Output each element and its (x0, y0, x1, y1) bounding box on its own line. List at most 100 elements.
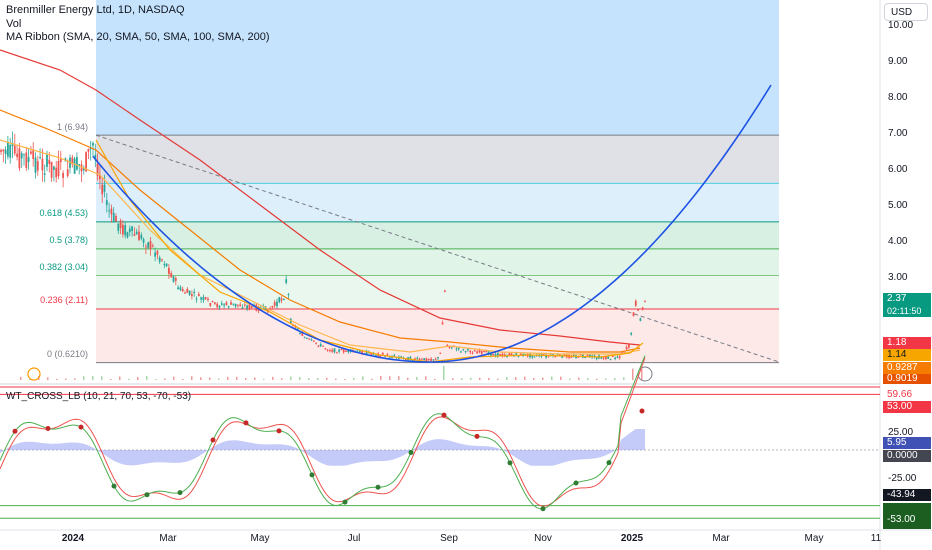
candle (202, 297, 205, 301)
candle (628, 344, 630, 348)
candle (214, 302, 216, 304)
candle (322, 345, 324, 347)
time-tick: Nov (534, 533, 552, 544)
candle (0, 150, 2, 152)
currency-button[interactable]: USD (884, 3, 928, 21)
volume-bar (533, 377, 535, 380)
candle (595, 357, 598, 359)
volume-bar (299, 377, 301, 380)
candle (340, 349, 343, 351)
candle (32, 150, 35, 159)
candle (515, 353, 518, 355)
fib-label-0382: 0.382 (3.04) (39, 262, 88, 272)
time-tick: Mar (159, 533, 177, 544)
candle (432, 359, 435, 361)
volume-bar (434, 378, 436, 380)
candle (161, 259, 163, 261)
chart-canvas[interactable] (0, 0, 932, 550)
candle (467, 348, 469, 351)
candle (174, 277, 177, 281)
volume-bar (155, 378, 157, 380)
cross-dot (540, 506, 546, 512)
candle (59, 158, 62, 162)
candle (280, 298, 283, 301)
volume-bar (164, 378, 166, 380)
candle (25, 152, 28, 169)
volume-bar (326, 377, 328, 380)
candle (611, 355, 614, 357)
indicator-title[interactable]: WT_CROSS_LB (10, 21, 70, 53, -70, -53) (6, 391, 191, 402)
candle (554, 356, 557, 358)
volume-bar (308, 377, 310, 380)
candle (195, 298, 198, 300)
fib-label-1: 1 (6.94) (56, 122, 88, 132)
wt-histogram (0, 429, 645, 466)
candle (315, 342, 317, 344)
volume-bar (83, 376, 85, 380)
cross-dot (408, 449, 414, 455)
candle (2, 149, 5, 152)
candle (92, 142, 94, 146)
candle (423, 358, 426, 361)
volume-bar (389, 376, 391, 380)
candle (145, 246, 147, 248)
candle (632, 312, 635, 316)
candle (455, 348, 458, 350)
candle (50, 161, 53, 178)
candle (163, 264, 166, 266)
candle (427, 359, 430, 361)
candle (168, 267, 170, 274)
candle (421, 358, 423, 360)
candle (117, 223, 120, 231)
cross-dot (507, 460, 513, 466)
countdown-value: 02:11:50 (887, 306, 922, 316)
candle (209, 302, 212, 306)
candle (30, 151, 32, 154)
candle (388, 356, 391, 358)
candle (517, 356, 520, 358)
price-tick: 8.00 (888, 92, 908, 103)
ma-ribbon-label[interactable]: MA Ribbon (SMA, 20, SMA, 50, SMA, 100, S… (6, 31, 270, 43)
candle (200, 297, 202, 300)
candle (39, 157, 41, 159)
candle (338, 349, 340, 352)
cross-dot (12, 428, 18, 434)
candle (234, 303, 237, 307)
candle (637, 309, 639, 311)
candle (43, 173, 46, 175)
candle (177, 287, 179, 290)
candle (41, 158, 44, 171)
candle (23, 154, 25, 156)
ob2-badge: 53.00 (883, 401, 931, 413)
cross-dot (375, 484, 381, 490)
symbol-title[interactable]: Brenmiller Energy Ltd, 1D, NASDAQ (6, 4, 185, 16)
candle (462, 349, 465, 351)
candle (220, 303, 223, 305)
candle (464, 350, 467, 353)
cross-dot (243, 420, 249, 426)
volume-bar (317, 377, 319, 380)
candle (225, 302, 228, 305)
volume-bar (200, 377, 202, 380)
candle (135, 231, 138, 235)
volume-bar (578, 377, 580, 380)
candle (158, 257, 161, 262)
wt1-badge: 59.66 (883, 389, 931, 401)
volume-bar (524, 376, 526, 380)
candle (151, 245, 154, 247)
time-tick: 2024 (61, 533, 85, 544)
volume-bar (254, 377, 256, 380)
candle (207, 298, 209, 301)
candle (416, 357, 419, 359)
candle (319, 344, 322, 347)
candle (444, 290, 446, 292)
candle (48, 159, 51, 164)
zero-badge: 0.0000 (883, 450, 931, 462)
price-tick: 4.00 (888, 236, 908, 247)
candle (128, 228, 131, 233)
volume-label[interactable]: Vol (6, 18, 21, 30)
candle (13, 145, 16, 154)
candle (55, 167, 58, 178)
candle (181, 288, 184, 292)
volume-bar (92, 376, 94, 380)
